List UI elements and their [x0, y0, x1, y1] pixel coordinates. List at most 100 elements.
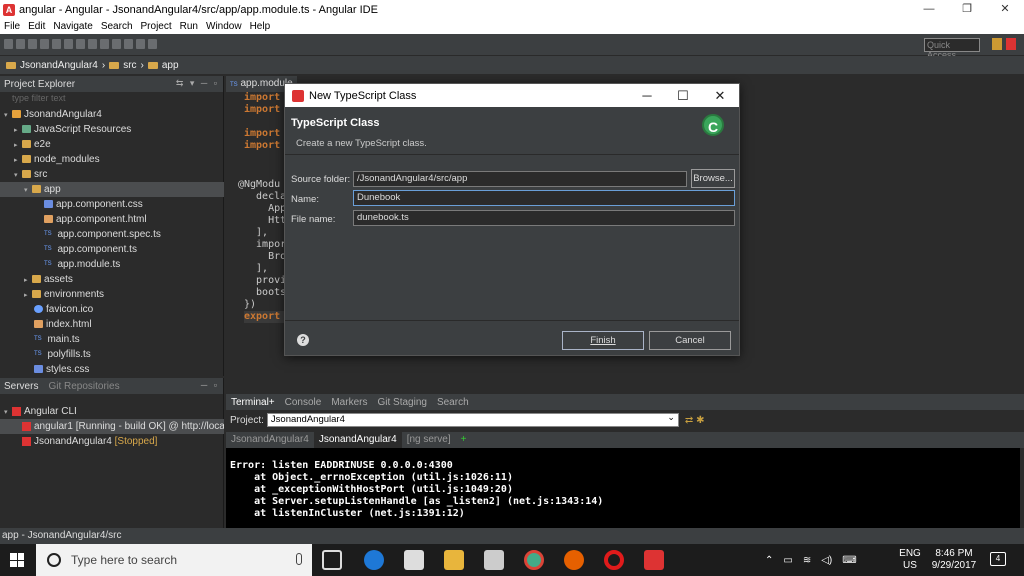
menu-navigate[interactable]: Navigate — [49, 21, 96, 32]
annotation-icon[interactable] — [124, 39, 133, 49]
angular-ide-taskbar-icon[interactable] — [644, 550, 664, 570]
finish-button[interactable]: Finish — [562, 331, 644, 350]
notifications-icon[interactable]: 4 — [990, 552, 1006, 566]
view-controls-icon[interactable]: ⇆ ▾ ─ ▫ — [176, 78, 219, 89]
tab-git-repositories[interactable]: Git Repositories — [48, 381, 119, 392]
clock[interactable]: 8:46 PM 9/29/2017 — [928, 548, 980, 572]
tree-item-file[interactable]: TS app.component.ts — [0, 242, 224, 257]
save-all-icon[interactable] — [28, 39, 37, 49]
breadcrumb-src[interactable]: src — [123, 60, 136, 71]
chevron-up-icon[interactable]: ⌃ — [765, 555, 773, 566]
add-session-icon[interactable]: + — [456, 432, 472, 448]
session-tab[interactable]: [ng serve] — [402, 432, 456, 448]
menu-run[interactable]: Run — [176, 21, 202, 32]
tree-item-environments[interactable]: ▸ environments — [0, 287, 224, 302]
angular-perspective-icon[interactable] — [1006, 38, 1016, 50]
menu-project[interactable]: Project — [137, 21, 176, 32]
tree-item-src[interactable]: ▾ src — [0, 167, 224, 182]
tree-item-file[interactable]: favicon.ico — [0, 302, 224, 317]
tab-servers[interactable]: Servers — [4, 381, 38, 392]
mail-icon[interactable] — [484, 550, 504, 570]
firefox-icon[interactable] — [564, 550, 584, 570]
edge-icon[interactable] — [364, 550, 384, 570]
tree-item-file[interactable]: TS app.module.ts — [0, 257, 224, 272]
tree-item-node-modules[interactable]: ▸ node_modules — [0, 152, 224, 167]
tab-console[interactable]: Console — [280, 397, 327, 408]
dialog-close-button[interactable]: ✕ — [702, 84, 738, 107]
terminal-icon[interactable] — [52, 39, 61, 49]
tree-item-e2e[interactable]: ▸ e2e — [0, 137, 224, 152]
network-icon[interactable]: ▭ — [783, 555, 792, 566]
tree-item-js-resources[interactable]: ▸ JavaScript Resources — [0, 122, 224, 137]
task-view-icon[interactable] — [322, 550, 342, 570]
print-icon[interactable] — [40, 39, 49, 49]
breadcrumb-app[interactable]: app — [162, 60, 179, 71]
tree-item-file[interactable]: app.component.html — [0, 212, 224, 227]
terminal-output[interactable]: Error: listen EADDRINUSE 0.0.0.0:4300 at… — [226, 448, 1020, 528]
server-angular-cli[interactable]: ▾ Angular CLI — [0, 404, 224, 419]
dialog-heading: TypeScript Class — [291, 117, 380, 129]
tree-item-file[interactable]: index.html — [0, 317, 224, 332]
tree-item-file[interactable]: app.component.css — [0, 197, 224, 212]
maximize-button[interactable]: ❐ — [948, 0, 986, 19]
tree-item-file[interactable]: TS app.component.spec.ts — [0, 227, 224, 242]
server-jsonandangular4[interactable]: JsonandAngular4 [Stopped] — [0, 434, 224, 449]
tab-search[interactable]: Search — [432, 397, 474, 408]
minimize-button[interactable]: — — [910, 0, 948, 19]
search-icon[interactable] — [88, 39, 97, 49]
menu-edit[interactable]: Edit — [24, 21, 49, 32]
open-type-icon[interactable] — [76, 39, 85, 49]
taskbar-search[interactable]: Type here to search — [36, 544, 312, 576]
session-tab-active[interactable]: JsonandAngular4 — [313, 432, 402, 448]
name-field[interactable]: Dunebook — [353, 190, 735, 206]
opera-icon[interactable] — [604, 550, 624, 570]
menu-help[interactable]: Help — [246, 21, 275, 32]
tree-item-project[interactable]: ▾ JsonandAngular4 — [0, 107, 224, 122]
microphone-icon[interactable] — [296, 553, 302, 565]
terminal-settings-icon[interactable]: ⇄ ✱ — [685, 415, 705, 426]
dialog-maximize-button[interactable]: ☐ — [665, 84, 701, 107]
start-button[interactable] — [10, 553, 24, 567]
project-select[interactable]: JsonandAngular4 — [266, 411, 679, 427]
browse-button[interactable]: Browse... — [691, 169, 735, 188]
tab-markers[interactable]: Markers — [326, 397, 372, 408]
tree-item-app[interactable]: ▾ app — [0, 182, 224, 197]
cancel-button[interactable]: Cancel — [649, 331, 731, 350]
chrome-icon[interactable] — [524, 550, 544, 570]
wifi-icon[interactable]: ≋ — [803, 555, 811, 566]
tree-item-assets[interactable]: ▸ assets — [0, 272, 224, 287]
toggle-icon[interactable] — [112, 39, 121, 49]
tree-item-file[interactable]: TS polyfills.ts — [0, 347, 224, 362]
volume-icon[interactable]: ◁) — [821, 555, 832, 566]
source-folder-field[interactable]: /JsonandAngular4/src/app — [353, 171, 687, 187]
breadcrumb-project[interactable]: JsonandAngular4 — [20, 60, 98, 71]
menu-search[interactable]: Search — [97, 21, 137, 32]
forward-icon[interactable] — [148, 39, 157, 49]
tree-item-file[interactable]: TS main.ts — [0, 332, 224, 347]
language-indicator[interactable]: ENG US — [897, 548, 923, 572]
view-controls-icon[interactable]: ─ ▫ — [201, 380, 219, 390]
project-explorer-title[interactable]: Project Explorer — [4, 79, 75, 90]
file-name-field[interactable]: dunebook.ts — [353, 210, 735, 226]
dialog-minimize-button[interactable]: ─ — [629, 84, 665, 107]
filter-input[interactable]: type filter text — [2, 93, 221, 105]
keyboard-icon[interactable]: ⌨ — [842, 555, 856, 566]
back-icon[interactable] — [136, 39, 145, 49]
new-project-icon[interactable] — [64, 39, 73, 49]
help-icon[interactable]: ? — [297, 334, 309, 346]
new-icon[interactable] — [4, 39, 13, 49]
server-angular1[interactable]: angular1 [Running - build OK] @ http://l… — [0, 419, 224, 434]
tab-git-staging[interactable]: Git Staging — [372, 397, 431, 408]
store-icon[interactable] — [404, 550, 424, 570]
session-tab[interactable]: JsonandAngular4 — [226, 432, 314, 448]
menu-file[interactable]: File — [0, 21, 24, 32]
perspective-icon[interactable] — [992, 38, 1002, 50]
save-icon[interactable] — [16, 39, 25, 49]
file-explorer-icon[interactable] — [444, 550, 464, 570]
edit-icon[interactable] — [100, 39, 109, 49]
menu-window[interactable]: Window — [202, 21, 246, 32]
tree-item-file[interactable]: styles.css — [0, 362, 224, 377]
close-button[interactable]: ✕ — [986, 0, 1024, 19]
quick-access-input[interactable]: Quick Access — [924, 38, 980, 60]
tab-terminal[interactable]: Terminal+ — [226, 397, 280, 408]
